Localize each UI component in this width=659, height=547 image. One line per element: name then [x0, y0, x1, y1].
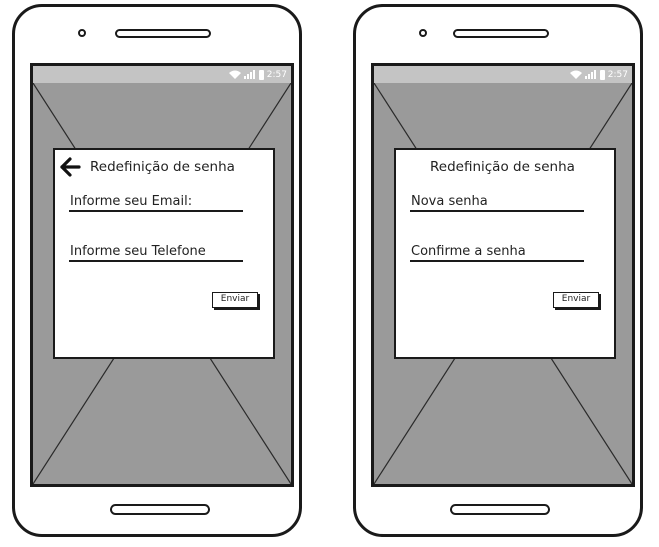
battery-icon [258, 69, 264, 80]
battery-icon [599, 69, 605, 80]
wifi-icon [569, 70, 582, 79]
signal-icon [243, 70, 255, 79]
confirm-password-field[interactable]: Confirme a senha [410, 238, 584, 262]
phone-field-label: Informe seu Telefone [70, 244, 206, 259]
arrow-left-icon[interactable] [59, 157, 81, 177]
phone-frame-left: 2:57 Redefinição de senha Informe seu Em… [12, 4, 302, 537]
home-button[interactable] [110, 504, 210, 515]
speaker-grille [453, 29, 549, 38]
new-password-field[interactable]: Nova senha [410, 188, 584, 212]
camera-icon [78, 29, 86, 37]
confirm-password-label: Confirme a senha [411, 244, 526, 259]
speaker-grille [115, 29, 211, 38]
signal-icon [584, 70, 596, 79]
send-button[interactable]: Enviar [553, 292, 599, 308]
send-button[interactable]: Enviar [212, 292, 258, 308]
camera-icon [419, 29, 427, 37]
phone-field[interactable]: Informe seu Telefone [69, 238, 243, 262]
status-time: 2:57 [607, 69, 628, 80]
status-time: 2:57 [266, 69, 287, 80]
phone-screen-left: 2:57 Redefinição de senha Informe seu Em… [30, 63, 294, 487]
phone-screen-right: 2:57 Redefinição de senha Nova senha Con… [371, 63, 635, 487]
email-field-label: Informe seu Email: [70, 194, 193, 209]
status-bar: 2:57 [33, 66, 291, 83]
phone-frame-right: 2:57 Redefinição de senha Nova senha Con… [353, 4, 643, 537]
home-button[interactable] [450, 504, 550, 515]
new-password-label: Nova senha [411, 194, 488, 209]
email-field[interactable]: Informe seu Email: [69, 188, 243, 212]
dialog-title: Redefinição de senha [430, 159, 575, 175]
status-bar: 2:57 [374, 66, 632, 83]
reset-password-dialog: Redefinição de senha Informe seu Email: … [53, 148, 275, 359]
new-password-dialog: Redefinição de senha Nova senha Confirme… [394, 148, 616, 359]
wifi-icon [228, 70, 241, 79]
dialog-title: Redefinição de senha [90, 159, 235, 175]
